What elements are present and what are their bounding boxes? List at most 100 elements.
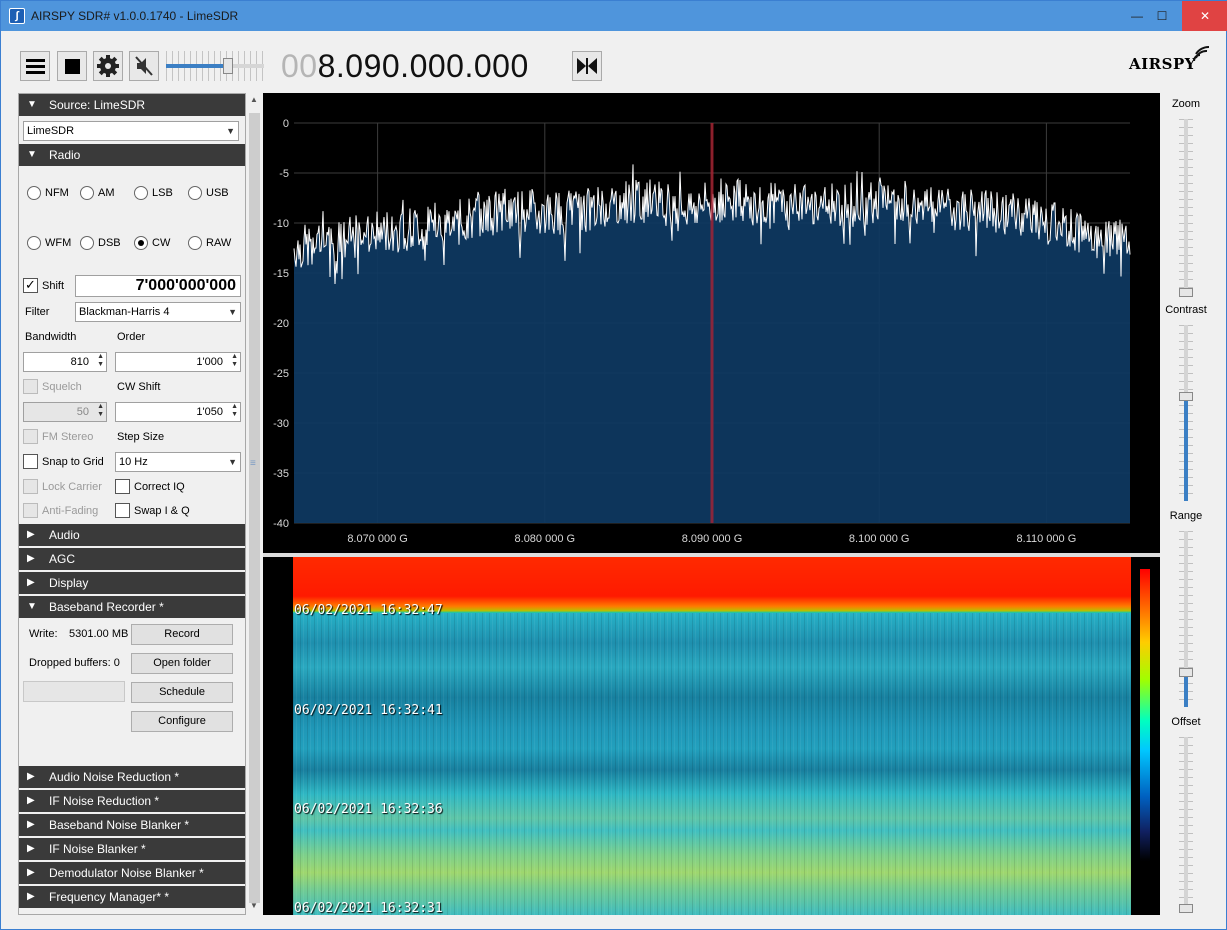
scrollbar-thumb[interactable] (249, 113, 260, 903)
radio-circle[interactable] (188, 236, 202, 250)
contrast-slider-thumb[interactable] (1179, 391, 1193, 401)
snap-to-grid-checkbox[interactable] (23, 454, 38, 469)
order-input[interactable]: 1'000 ▲ ▼ (115, 352, 241, 372)
scroll-up-arrow-icon[interactable]: ▲ (250, 95, 258, 104)
schedule-status-field (23, 681, 125, 702)
spinner-arrows-icon[interactable]: ▲ ▼ (97, 353, 104, 369)
center-tune-button[interactable] (572, 51, 602, 81)
fm-stereo-checkbox[interactable] (23, 429, 38, 444)
zoom-slider[interactable] (1179, 119, 1193, 297)
correct-iq-label: Correct IQ (134, 481, 185, 493)
filter-select[interactable]: Blackman-Harris 4 ▼ (75, 302, 241, 322)
step-size-select[interactable]: 10 Hz ▼ (115, 452, 241, 472)
expand-arrow-icon: ▶ (27, 795, 35, 806)
bandwidth-label: Bandwidth (25, 331, 77, 343)
app-icon: ∫ (9, 8, 25, 24)
section-radio[interactable]: ▼ Radio (19, 144, 245, 166)
collapse-arrow-icon: ▼ (27, 99, 37, 110)
section-audio-noise-reduction[interactable]: ▶ Audio Noise Reduction * (19, 766, 245, 788)
close-button[interactable]: ✕ (1182, 1, 1227, 31)
left-panel-scrollbar[interactable]: ▲ ▼ (246, 93, 263, 915)
range-label: Range (1169, 510, 1203, 522)
section-source[interactable]: ▼ Source: LimeSDR (19, 94, 245, 116)
lock-carrier-checkbox[interactable] (23, 479, 38, 494)
cw-shift-input[interactable]: 1'050 ▲ ▼ (115, 402, 241, 422)
radio-circle[interactable] (134, 186, 148, 200)
offset-slider-thumb[interactable] (1179, 904, 1193, 913)
section-audio[interactable]: ▶ Audio (19, 524, 245, 546)
expand-arrow-icon: ▶ (27, 843, 35, 854)
snap-to-grid-label: Snap to Grid (42, 456, 104, 468)
section-if-noise-reduction[interactable]: ▶ IF Noise Reduction * (19, 790, 245, 812)
section-display[interactable]: ▶ Display (19, 572, 245, 594)
range-slider[interactable] (1179, 531, 1193, 707)
radio-circle[interactable] (80, 236, 94, 250)
section-if-noise-blanker[interactable]: ▶ IF Noise Blanker * (19, 838, 245, 860)
maximize-button[interactable]: ☐ (1142, 1, 1182, 31)
section-demodulator-noise-blanker[interactable]: ▶ Demodulator Noise Blanker * (19, 862, 245, 884)
radio-circle[interactable] (80, 186, 94, 200)
frequency-value: 8.090.000.000 (317, 48, 529, 84)
anti-fading-checkbox[interactable] (23, 503, 38, 518)
record-button[interactable]: Record (131, 624, 233, 645)
mode-label: NFM (45, 187, 69, 199)
menu-button[interactable] (20, 51, 50, 81)
airspy-logo: AIRSPY (1129, 55, 1196, 73)
squelch-checkbox[interactable] (23, 379, 38, 394)
mode-label: DSB (98, 237, 121, 249)
correct-iq-checkbox[interactable] (115, 479, 130, 494)
y-tick-label: -30 (273, 418, 289, 430)
mode-label: RAW (206, 237, 232, 249)
contrast-slider[interactable] (1179, 325, 1193, 501)
volume-slider[interactable] (166, 51, 264, 81)
spinner-arrows-icon[interactable]: ▲ ▼ (231, 353, 238, 369)
source-device-select[interactable]: LimeSDR ▼ (23, 121, 239, 141)
squelch-input[interactable]: 50 ▲ ▼ (23, 402, 107, 422)
mute-button[interactable] (129, 51, 159, 81)
bandwidth-input[interactable]: 810 ▲ ▼ (23, 352, 107, 372)
stop-icon (65, 59, 80, 74)
spectrum-analyzer[interactable]: 0 -5 -10 -15 -20 -25 -30 -35 -40 8.070 000 G 8.080… (263, 93, 1160, 553)
volume-slider-thumb[interactable] (222, 58, 233, 74)
configure-button[interactable]: Configure (131, 711, 233, 732)
settings-button[interactable] (93, 51, 123, 81)
radio-circle[interactable] (134, 236, 148, 250)
shift-frequency-input[interactable]: 7'000'000'000 (75, 275, 241, 297)
toolbar: 008.090.000.000 AIRSPY (1, 31, 1226, 93)
anti-fading-label: Anti-Fading (42, 505, 99, 517)
waterfall-timestamp: 06/02/2021 16:32:36 (294, 802, 443, 817)
scroll-down-arrow-icon[interactable]: ▼ (250, 901, 258, 910)
section-baseband-recorder[interactable]: ▼ Baseband Recorder * (19, 596, 245, 618)
range-slider-thumb[interactable] (1179, 667, 1193, 677)
title-bar[interactable]: ∫ AIRSPY SDR# v1.0.0.1740 - LimeSDR — ☐ … (1, 1, 1227, 31)
section-agc[interactable]: ▶ AGC (19, 548, 245, 570)
offset-slider[interactable] (1179, 737, 1193, 913)
fm-stereo-label: FM Stereo (42, 431, 94, 443)
swap-iq-label: Swap I & Q (134, 505, 190, 517)
radio-circle[interactable] (27, 236, 41, 250)
waterfall-display[interactable]: 06/02/2021 16:32:47 06/02/2021 16:32:41 … (263, 557, 1160, 915)
schedule-button[interactable]: Schedule (131, 682, 233, 703)
splitter-grip-icon[interactable]: ≡ (250, 458, 256, 469)
section-frequency-manager[interactable]: ▶ Frequency Manager* * (19, 886, 245, 908)
section-baseband-noise-blanker[interactable]: ▶ Baseband Noise Blanker * (19, 814, 245, 836)
zoom-label: Zoom (1171, 98, 1201, 110)
dropdown-arrow-icon: ▼ (226, 126, 235, 136)
waterfall-timestamp: 06/02/2021 16:32:47 (294, 603, 443, 618)
stop-button[interactable] (57, 51, 87, 81)
zoom-slider-thumb[interactable] (1179, 288, 1193, 297)
window-title: AIRSPY SDR# v1.0.0.1740 - LimeSDR (31, 9, 239, 23)
mode-label: CW (152, 237, 171, 249)
radio-circle[interactable] (188, 186, 202, 200)
spinner-arrows-icon[interactable]: ▲ ▼ (97, 403, 104, 419)
swap-iq-checkbox[interactable] (115, 503, 130, 518)
expand-arrow-icon: ▶ (27, 577, 35, 588)
radio-circle[interactable] (27, 186, 41, 200)
spinner-arrows-icon[interactable]: ▲ ▼ (231, 403, 238, 419)
signal-waves-icon (1193, 45, 1210, 62)
shift-checkbox[interactable] (23, 277, 38, 293)
open-folder-button[interactable]: Open folder (131, 653, 233, 674)
spectrum-chart[interactable]: 0 -5 -10 -15 -20 -25 -30 -35 -40 8.070 000 G 8.080… (263, 93, 1160, 553)
x-tick-label: 8.080 000 G (515, 533, 576, 545)
frequency-display[interactable]: 008.090.000.000 (281, 48, 529, 85)
